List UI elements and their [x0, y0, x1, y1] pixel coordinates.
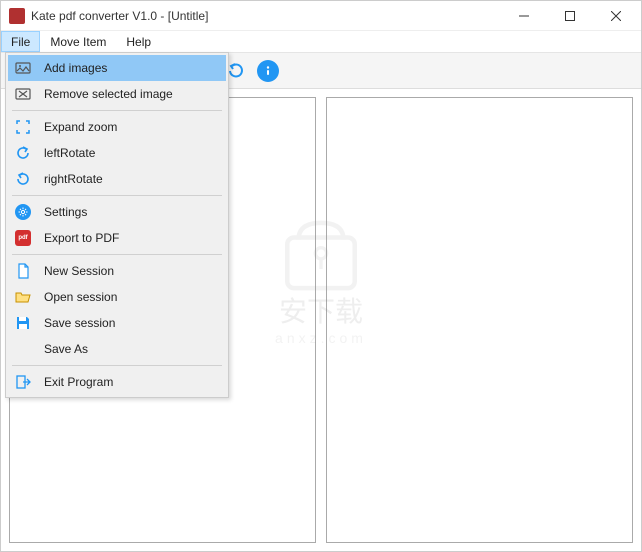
menu-separator — [12, 365, 222, 366]
menubar: File Move Item Help — [1, 31, 641, 53]
window-title: Kate pdf converter V1.0 - [Untitle] — [31, 9, 501, 23]
open-folder-icon — [14, 288, 32, 306]
rotate-right-icon — [14, 170, 32, 188]
menu-help[interactable]: Help — [116, 31, 161, 52]
menu-label: Exit Program — [44, 375, 113, 389]
menu-new-session[interactable]: New Session — [8, 258, 226, 284]
menu-add-images[interactable]: Add images — [8, 55, 226, 81]
maximize-button[interactable] — [547, 2, 593, 30]
menu-label: Expand zoom — [44, 120, 117, 134]
menu-left-rotate[interactable]: leftRotate — [8, 140, 226, 166]
menu-export-pdf[interactable]: pdf Export to PDF — [8, 225, 226, 251]
menu-expand-zoom[interactable]: Expand zoom — [8, 114, 226, 140]
image-add-icon — [14, 59, 32, 77]
menu-settings[interactable]: Settings — [8, 199, 226, 225]
exit-icon — [14, 373, 32, 391]
menu-file[interactable]: File — [1, 31, 40, 52]
pdf-icon: pdf — [14, 229, 32, 247]
right-pane[interactable] — [326, 97, 633, 543]
menu-separator — [12, 110, 222, 111]
rotate-left-icon — [14, 144, 32, 162]
menu-label: Settings — [44, 205, 87, 219]
menu-save-session[interactable]: Save session — [8, 310, 226, 336]
minimize-button[interactable] — [501, 2, 547, 30]
menu-save-as[interactable]: Save As — [8, 336, 226, 362]
titlebar: Kate pdf converter V1.0 - [Untitle] — [1, 1, 641, 31]
new-file-icon — [14, 262, 32, 280]
menu-label: Save session — [44, 316, 115, 330]
file-menu-dropdown: Add images Remove selected image Expand … — [5, 52, 229, 398]
menu-separator — [12, 195, 222, 196]
settings-icon — [14, 203, 32, 221]
menu-open-session[interactable]: Open session — [8, 284, 226, 310]
menu-move-item[interactable]: Move Item — [40, 31, 116, 52]
app-icon — [9, 8, 25, 24]
image-remove-icon — [14, 85, 32, 103]
menu-separator — [12, 254, 222, 255]
menu-right-rotate[interactable]: rightRotate — [8, 166, 226, 192]
menu-label: Open session — [44, 290, 117, 304]
menu-remove-selected[interactable]: Remove selected image — [8, 81, 226, 107]
save-icon — [14, 314, 32, 332]
window-controls — [501, 2, 639, 30]
menu-label: Add images — [44, 61, 107, 75]
menu-label: Export to PDF — [44, 231, 119, 245]
menu-label: leftRotate — [44, 146, 95, 160]
menu-label: Save As — [44, 342, 88, 356]
menu-label: New Session — [44, 264, 114, 278]
save-as-icon — [14, 340, 32, 358]
info-button[interactable] — [253, 56, 283, 86]
expand-icon — [14, 118, 32, 136]
menu-label: Remove selected image — [44, 87, 173, 101]
menu-exit[interactable]: Exit Program — [8, 369, 226, 395]
menu-label: rightRotate — [44, 172, 103, 186]
close-button[interactable] — [593, 2, 639, 30]
